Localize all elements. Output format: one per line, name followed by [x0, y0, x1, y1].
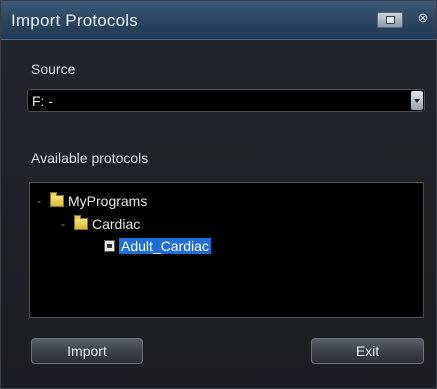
import-button[interactable]: Import: [31, 338, 143, 364]
tree-node-myprograms[interactable]: - MyPrograms: [34, 191, 147, 211]
source-dropdown[interactable]: F: -: [27, 89, 425, 112]
tree-node-label: Adult_Cardiac: [119, 238, 211, 254]
protocol-file-icon: [104, 240, 115, 252]
collapse-toggle-icon[interactable]: -: [58, 217, 68, 231]
window-restore-button[interactable]: [377, 12, 403, 28]
available-protocols-label: Available protocols: [31, 150, 149, 166]
tree-node-label: Cardiac: [92, 216, 141, 232]
title-bar[interactable]: Import Protocols ⊗: [1, 1, 436, 40]
import-protocols-dialog: Import Protocols ⊗ Source F: - Available…: [0, 0, 437, 389]
folder-icon: [74, 215, 88, 230]
protocols-tree[interactable]: - MyPrograms - Cardiac Adult_Cardiac: [29, 182, 424, 318]
tree-node-adult-cardiac[interactable]: Adult_Cardiac: [104, 236, 211, 256]
close-icon[interactable]: ⊗: [415, 10, 431, 26]
collapse-toggle-icon[interactable]: -: [34, 194, 44, 208]
tree-node-cardiac[interactable]: - Cardiac: [58, 214, 140, 234]
tree-node-label: MyPrograms: [68, 193, 148, 209]
exit-button[interactable]: Exit: [311, 338, 424, 364]
folder-icon: [50, 192, 64, 207]
dialog-title: Import Protocols: [11, 11, 138, 30]
restore-icon: [386, 16, 395, 24]
chevron-down-icon[interactable]: [411, 91, 423, 110]
source-label: Source: [31, 61, 76, 77]
source-value: F: -: [32, 93, 53, 109]
